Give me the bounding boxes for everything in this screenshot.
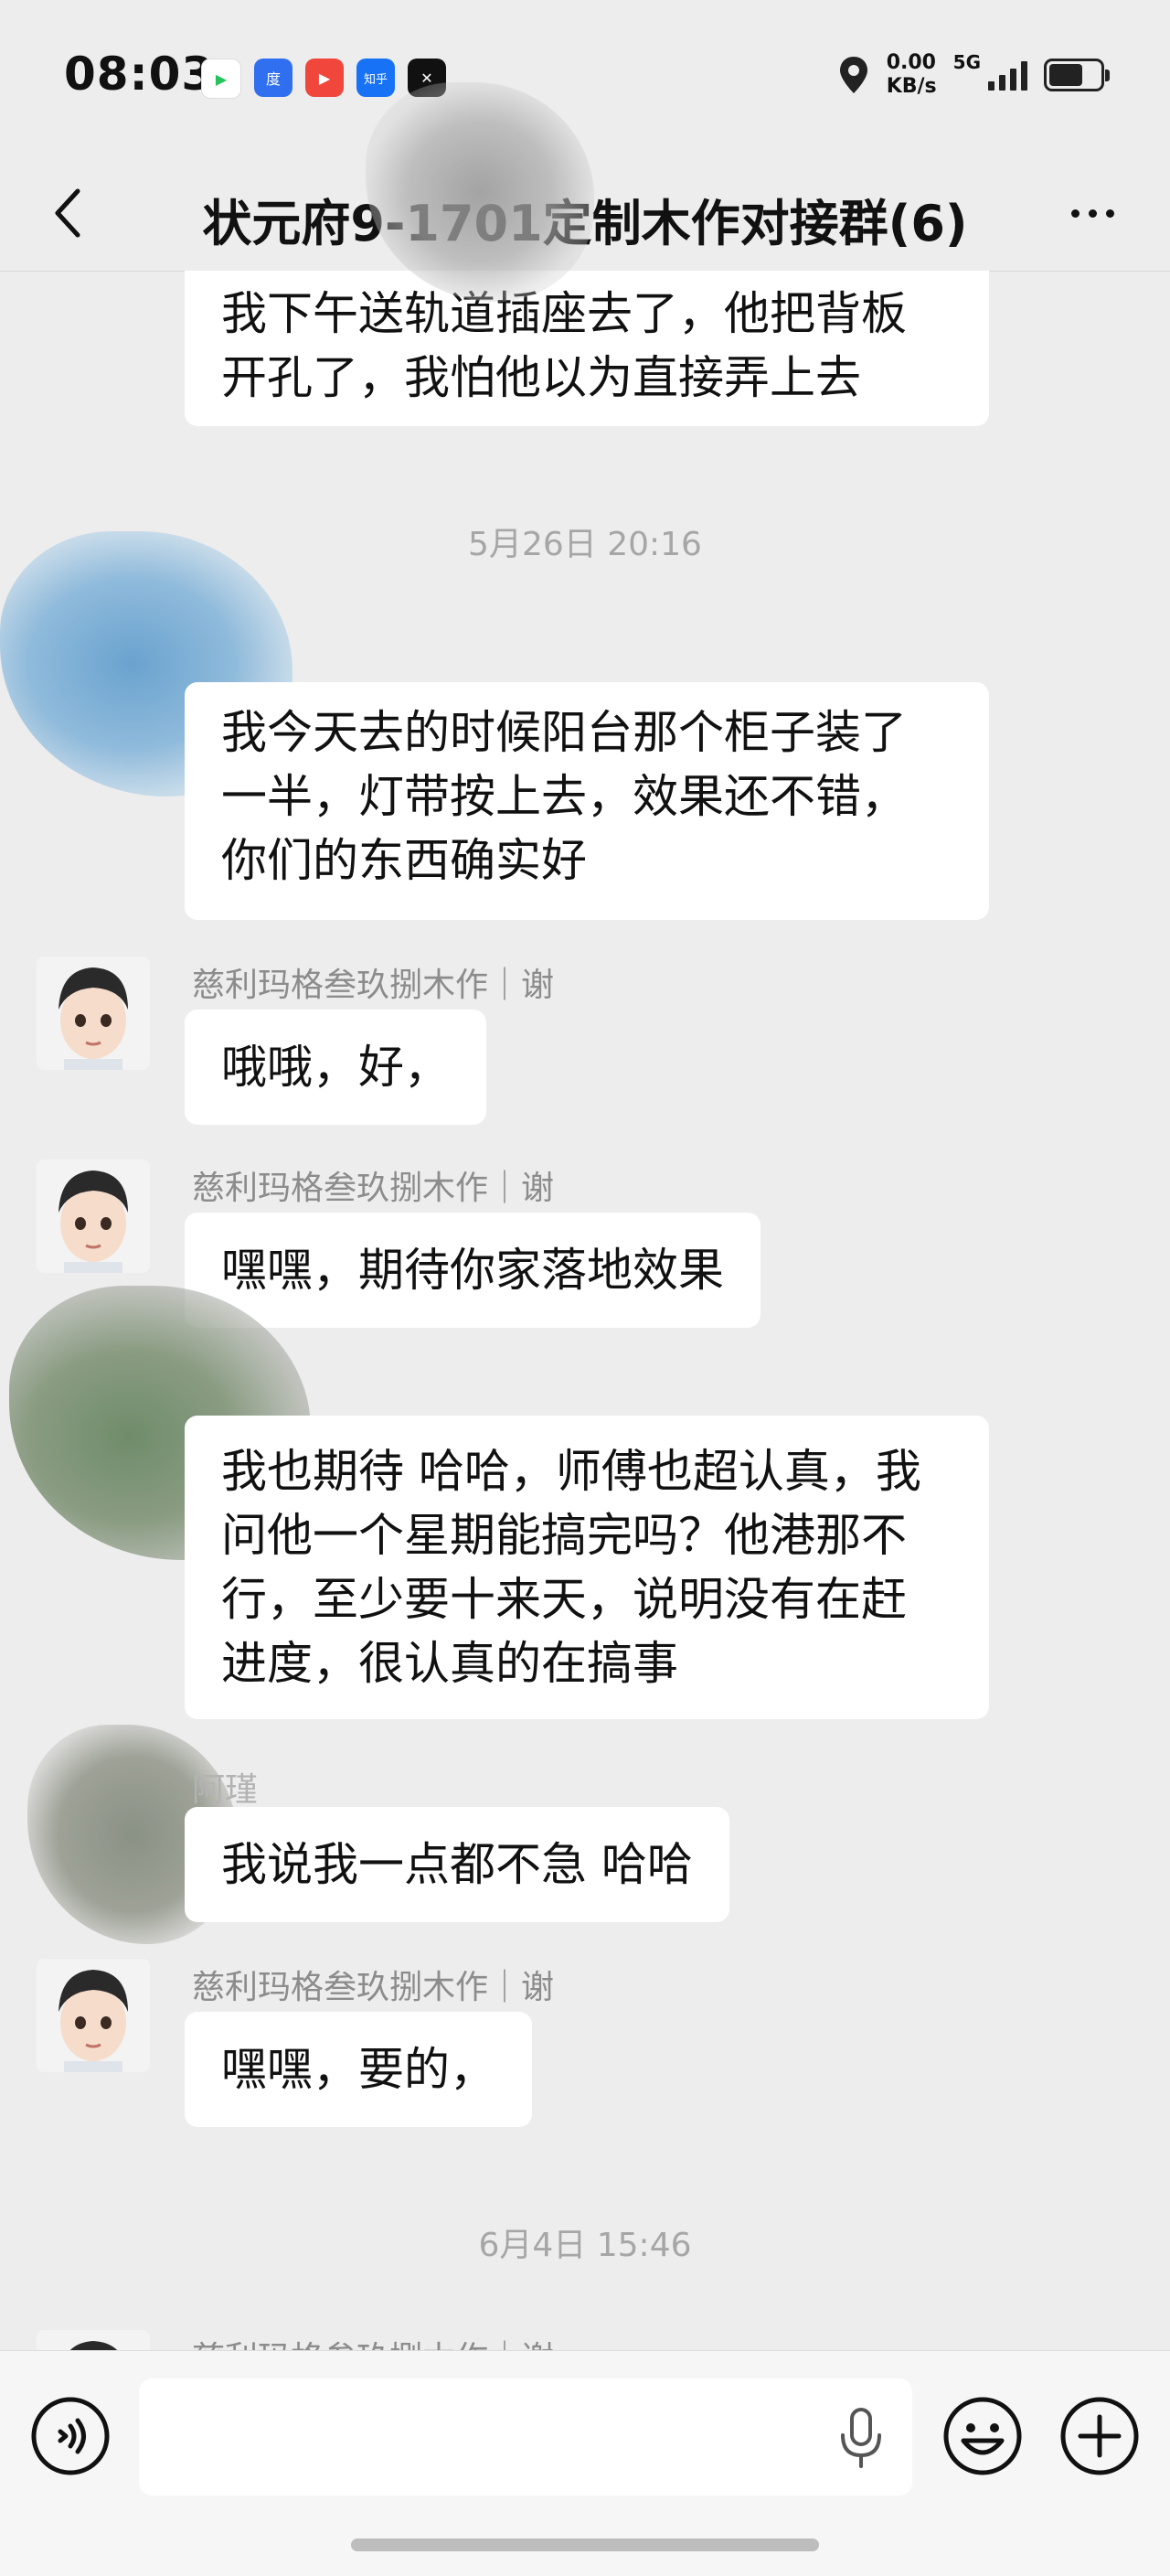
message-text-line: 进度，很认真的在搞事 (221, 1637, 678, 1690)
more-dot-icon (1105, 208, 1114, 218)
avatar[interactable] (37, 1160, 150, 1273)
red-video-app-icon: ▶ (305, 59, 344, 97)
back-button[interactable] (37, 181, 101, 245)
status-bar: 08:03 ▶ 度 ▶ 知乎 ✕ 0.00 KB/s 5G (0, 0, 1170, 155)
message-text-line: 嘿嘿，要的， (221, 2043, 495, 2096)
message-text-line: 我今天去的时候阳台那个柜子装了 (221, 706, 907, 759)
baidu-app-icon: 度 (254, 59, 292, 97)
zhihu-app-icon: 知乎 (356, 59, 395, 97)
voice-icon (31, 2397, 110, 2475)
cartoon-avatar-icon (37, 2330, 150, 2350)
message-list[interactable]: 我下午送轨道插座去了，他把背板 开孔了，我怕他以为直接弄上去 5月26日 20:… (0, 271, 1170, 2350)
message-text-line: 开孔了，我怕他以为直接弄上去 (221, 351, 861, 404)
message-bubble[interactable]: 嘿嘿，要的， (185, 2012, 532, 2127)
capcut-app-icon: ✕ (408, 59, 446, 97)
home-indicator[interactable] (351, 2539, 819, 2551)
avatar[interactable] (37, 957, 150, 1070)
battery-icon (1044, 59, 1110, 91)
plus-icon (1060, 2397, 1139, 2475)
cartoon-avatar-icon (37, 1160, 150, 1273)
message-bubble[interactable]: 我说我一点都不急 哈哈 (185, 1807, 729, 1922)
cartoon-avatar-icon (37, 957, 150, 1070)
avatar[interactable] (37, 1959, 150, 2072)
microphone-icon (841, 2408, 881, 2468)
message-text-line: 你们的东西确实好 (221, 834, 587, 887)
message-text-line: 嘿嘿，期待你家落地效果 (221, 1244, 724, 1297)
location-icon (839, 57, 867, 93)
message-text-line: 行，至少要十来天，说明没有在赶 (221, 1573, 907, 1626)
voice-input-button[interactable] (29, 2395, 112, 2477)
more-actions-button[interactable] (1058, 2395, 1141, 2477)
message-bubble[interactable]: 哦哦，好， (185, 1010, 486, 1125)
timestamp: 6月4日 15:46 (478, 2227, 692, 2264)
chat-title: 状元府9-1701定制木作对接群(6) (202, 195, 968, 252)
network-speed: 0.00 KB/s (887, 53, 937, 97)
avatar[interactable] (37, 2330, 150, 2350)
message-text-line: 我也期待 哈哈，师傅也超认真，我 (221, 1445, 921, 1498)
chat-header: 状元府9-1701定制木作对接群(6) (0, 155, 1170, 272)
message-bubble[interactable]: 嘿嘿，期待你家落地效果 (185, 1213, 760, 1328)
message-text-line: 问他一个星期能搞完吗？他港那不 (221, 1509, 907, 1562)
video-app-icon: ▶ (201, 59, 241, 99)
message-input[interactable] (139, 2378, 912, 2496)
message-bubble[interactable]: 我也期待 哈哈，师傅也超认真，我 问他一个星期能搞完吗？他港那不 行，至少要十来… (185, 1416, 989, 1719)
status-time: 08:03 (64, 48, 215, 101)
more-dot-icon (1070, 208, 1080, 218)
timestamp: 5月26日 20:16 (468, 526, 702, 563)
message-bubble[interactable]: 我下午送轨道插座去了，他把背板 开孔了，我怕他以为直接弄上去 (185, 271, 989, 426)
sender-name: 慈利玛格叁玖捌木作｜谢 (192, 1170, 555, 1207)
message-text-line: 我下午送轨道插座去了，他把背板 (221, 287, 907, 340)
microphone-button[interactable] (835, 2406, 887, 2470)
cartoon-avatar-icon (37, 1959, 150, 2072)
sender-name: 慈利玛格叁玖捌木作｜谢 (192, 967, 555, 1004)
chevron-left-icon (55, 188, 80, 238)
network-generation: 5G (952, 51, 981, 73)
sender-name: 慈利玛格叁玖捌木作｜谢 (192, 1969, 555, 2006)
emoji-button[interactable] (941, 2395, 1024, 2477)
status-right: 0.00 KB/s 5G (837, 51, 1110, 97)
sender-name: 慈利玛格叁玖捌木作｜谢 (192, 2332, 554, 2350)
sender-name: 阿瑾 (192, 1771, 259, 1809)
message-text-line: 我说我一点都不急 哈哈 (221, 1838, 693, 1891)
emoji-icon (943, 2397, 1022, 2475)
message-text-line: 哦哦，好， (221, 1041, 450, 1094)
notification-app-icons: ▶ 度 ▶ 知乎 ✕ (201, 59, 446, 99)
network-speed-unit: KB/s (886, 75, 937, 98)
more-dot-icon (1088, 208, 1097, 218)
network-speed-value: 0.00 (886, 51, 936, 74)
signal-icon (988, 59, 1027, 91)
message-text-line: 一半，灯带按上去，效果还不错， (221, 770, 907, 823)
more-options-button[interactable] (1051, 181, 1133, 245)
message-bubble[interactable]: 我今天去的时候阳台那个柜子装了 一半，灯带按上去，效果还不错， 你们的东西确实好 (185, 682, 989, 920)
